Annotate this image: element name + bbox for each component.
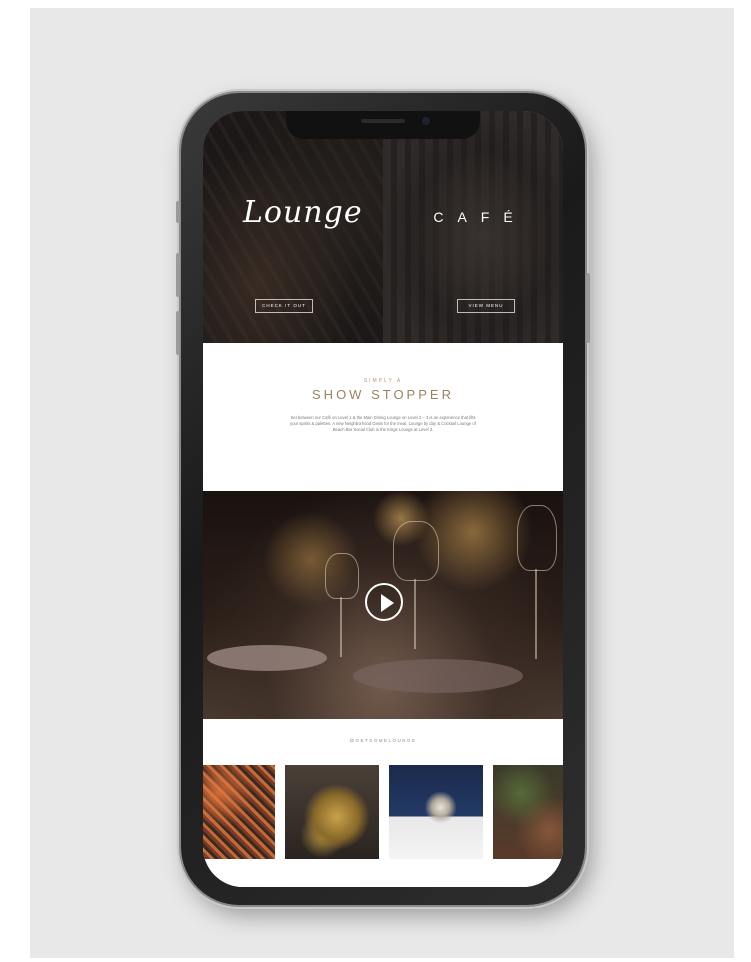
cafe-panel[interactable]: CAFÉ VIEW MENU xyxy=(383,111,563,343)
dinner-plate xyxy=(207,645,327,671)
video-section[interactable] xyxy=(203,491,563,719)
dinner-plate xyxy=(353,659,523,693)
instagram-handle[interactable]: @GETSOMELOUNGE xyxy=(203,738,563,743)
phone-notch xyxy=(286,111,480,139)
instagram-thumbnail[interactable] xyxy=(285,765,379,859)
lounge-panel[interactable]: Lounge CHECK IT OUT xyxy=(203,111,383,343)
play-button[interactable] xyxy=(365,583,403,621)
power-button xyxy=(586,273,590,343)
intro-kicker: SIMPLY A xyxy=(363,378,403,384)
play-icon xyxy=(381,594,394,612)
wine-glass-stem xyxy=(414,579,416,649)
volume-down-button xyxy=(176,311,180,355)
wine-glass xyxy=(325,553,359,599)
speaker-grille xyxy=(361,119,405,123)
cafe-title: CAFÉ xyxy=(433,209,527,225)
wine-glass xyxy=(517,505,557,571)
lounge-cta-button[interactable]: CHECK IT OUT xyxy=(255,299,313,313)
instagram-thumbnail[interactable] xyxy=(203,765,275,859)
instagram-section: @GETSOMELOUNGE xyxy=(203,719,563,887)
hero-split: Lounge CHECK IT OUT CAFÉ VIEW MENU xyxy=(203,111,563,343)
cafe-cta-button[interactable]: VIEW MENU xyxy=(457,299,515,313)
volume-up-button xyxy=(176,253,180,297)
intro-headline: SHOW STOPPER xyxy=(312,387,454,402)
wine-glass-stem xyxy=(535,569,537,659)
wine-glass-stem xyxy=(340,597,342,657)
instagram-thumbnail[interactable] xyxy=(389,765,483,859)
lounge-title: Lounge xyxy=(243,195,363,230)
phone-frame: Lounge CHECK IT OUT CAFÉ VIEW MENU SIMPL… xyxy=(176,93,590,905)
camera-icon xyxy=(422,117,430,125)
intro-body: Set between our Café on Level 1 & the Ma… xyxy=(290,415,476,433)
wine-glass xyxy=(393,521,439,581)
silent-switch xyxy=(176,201,180,223)
phone-screen: Lounge CHECK IT OUT CAFÉ VIEW MENU SIMPL… xyxy=(203,111,563,887)
instagram-thumbnail[interactable] xyxy=(493,765,563,859)
intro-section: SIMPLY A SHOW STOPPER Set between our Ca… xyxy=(203,343,563,491)
